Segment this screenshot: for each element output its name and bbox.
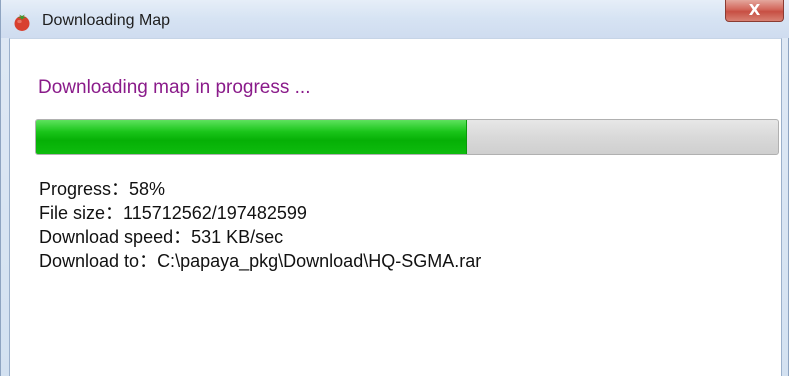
window-title: Downloading Map bbox=[42, 12, 171, 29]
progress-bar bbox=[35, 119, 779, 155]
progress-text: Progress：58% bbox=[39, 179, 166, 199]
close-icon: X bbox=[748, 1, 761, 19]
file-size-text: File size：115712562/197482599 bbox=[39, 203, 307, 223]
download-map-window: Downloading Map X Downloading map in pro… bbox=[0, 0, 789, 376]
download-info: Progress：58% File size：115712562/1974825… bbox=[39, 177, 481, 273]
progress-bar-fill bbox=[36, 120, 468, 154]
title-bar[interactable]: Downloading Map X bbox=[1, 0, 789, 38]
dialog-body: Downloading map in progress ... Progress… bbox=[9, 38, 782, 376]
close-button[interactable]: X bbox=[725, 0, 784, 22]
tomato-icon bbox=[14, 14, 30, 31]
download-speed-text: Download speed：531 KB/sec bbox=[39, 227, 284, 247]
progress-heading: Downloading map in progress ... bbox=[38, 77, 311, 98]
download-path-text: Download to：C:\papaya_pkg\Download\HQ-SG… bbox=[39, 251, 482, 271]
